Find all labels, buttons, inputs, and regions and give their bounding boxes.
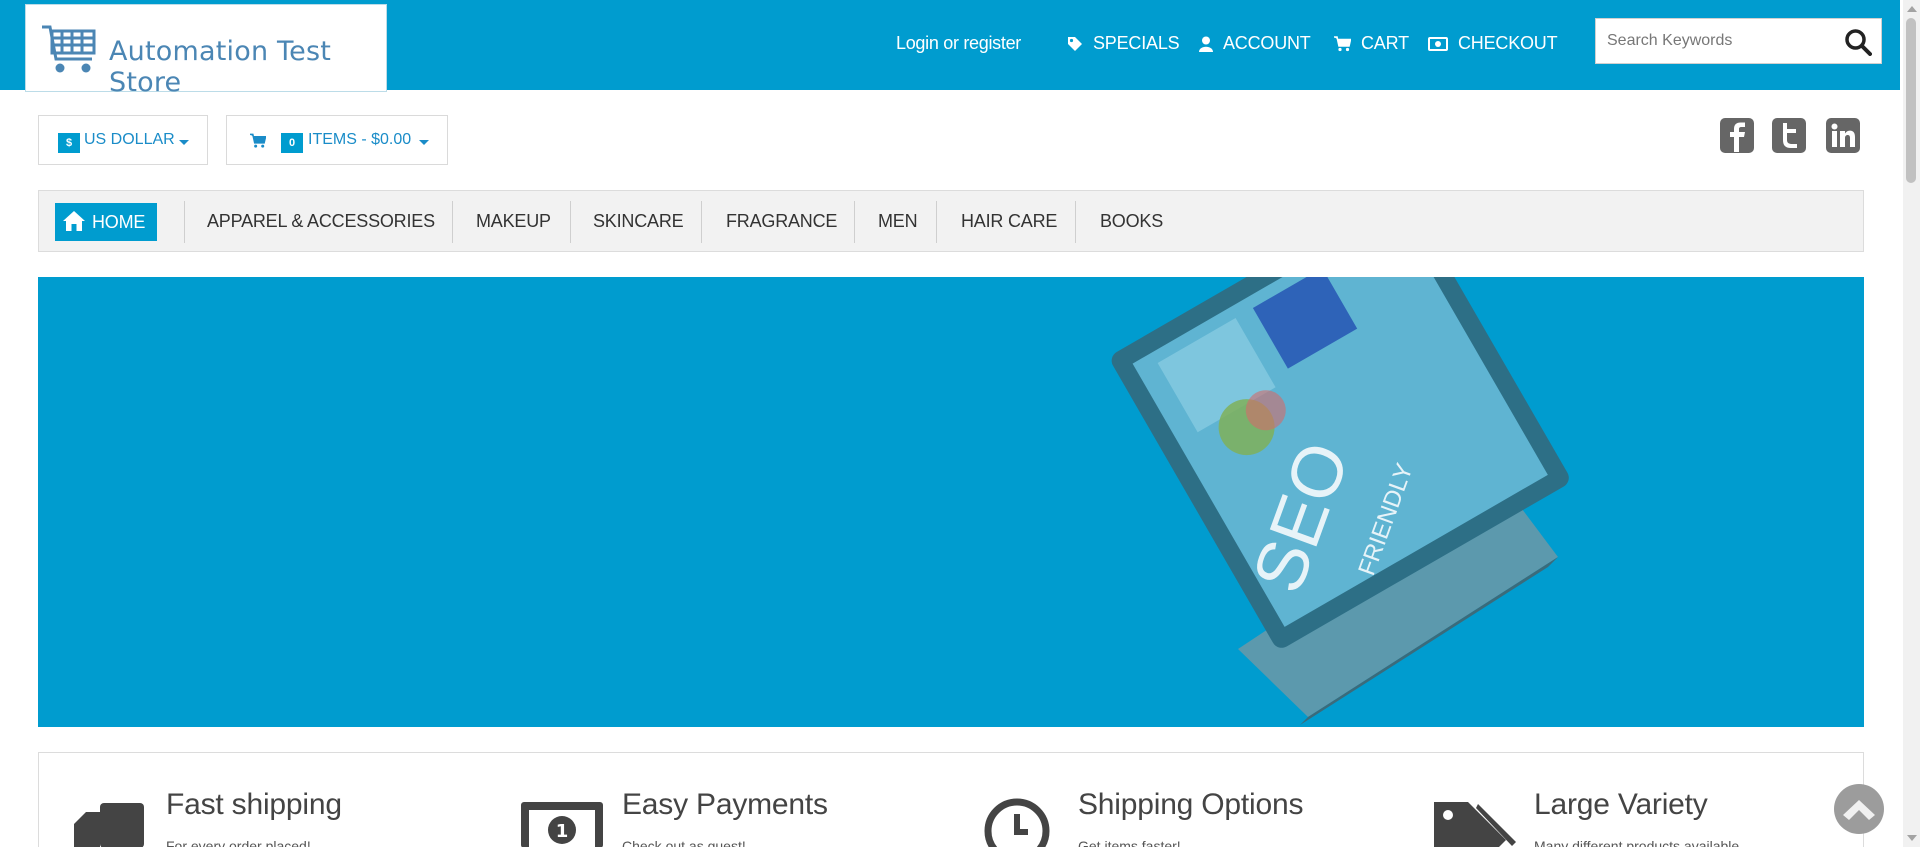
svg-text:1: 1: [556, 821, 569, 842]
menu-men[interactable]: MEN: [878, 211, 918, 232]
menu-skincare[interactable]: SKINCARE: [593, 211, 684, 232]
back-to-top-button[interactable]: [1834, 784, 1884, 834]
menu-fragrance[interactable]: FRAGRANCE: [726, 211, 837, 232]
currency-label: US DOLLAR: [84, 131, 175, 148]
chevron-up-icon: [1843, 800, 1875, 820]
caret-down-icon: [179, 140, 189, 145]
money-icon: 1: [521, 802, 603, 847]
nav-specials-label: SPECIALS: [1093, 33, 1180, 53]
page-scrollbar[interactable]: [1903, 0, 1920, 847]
menu-divider: [701, 201, 702, 243]
login-register-link[interactable]: Login or register: [896, 33, 1021, 54]
cart-summary-label: ITEMS - $0.00: [308, 131, 412, 148]
facebook-link[interactable]: [1720, 118, 1754, 153]
feature-title: Shipping Options: [1078, 788, 1304, 821]
nav-cart[interactable]: CART: [1334, 33, 1409, 54]
home-icon: [63, 211, 85, 231]
menu-divider: [936, 201, 937, 243]
scrollbar-thumb[interactable]: [1906, 18, 1916, 183]
hero-banner[interactable]: SEO FRIENDLY: [38, 277, 1864, 727]
menu-divider: [570, 201, 571, 243]
menu-hair-care[interactable]: HAIR CARE: [961, 211, 1057, 232]
feature-title: Fast shipping: [166, 788, 342, 821]
menu-home[interactable]: HOME: [55, 203, 157, 241]
store-logo-link[interactable]: Automation Test Store: [25, 4, 387, 98]
feature-subtitle: Get items faster!: [1078, 838, 1181, 847]
menu-books[interactable]: BOOKS: [1100, 211, 1163, 232]
scroll-down-arrow-icon[interactable]: [1907, 835, 1917, 841]
menu-divider: [452, 201, 453, 243]
nav-checkout[interactable]: CHECKOUT: [1428, 33, 1558, 54]
nav-cart-label: CART: [1361, 33, 1409, 53]
menu-divider: [1075, 201, 1076, 243]
nav-account-label: ACCOUNT: [1223, 33, 1311, 53]
main-menu: HOME APPAREL & ACCESSORIES MAKEUP SKINCA…: [38, 190, 1864, 252]
feature-title: Large Variety: [1534, 788, 1708, 821]
menu-home-label: HOME: [92, 212, 146, 232]
user-icon: [1199, 36, 1213, 52]
linkedin-link[interactable]: [1826, 118, 1860, 153]
menu-divider: [854, 201, 855, 243]
search-box: [1595, 18, 1882, 64]
truck-icon: [74, 803, 144, 847]
cart-icon: [250, 133, 266, 148]
tags-icon: [1434, 802, 1516, 847]
menu-divider: [184, 201, 185, 243]
banner-laptop-image: SEO FRIENDLY: [318, 277, 1648, 725]
caret-down-icon: [419, 140, 429, 145]
menu-apparel-accessories[interactable]: APPAREL & ACCESSORIES: [207, 211, 435, 232]
facebook-icon: [1720, 118, 1754, 153]
nav-specials[interactable]: SPECIALS: [1067, 33, 1180, 54]
money-icon: [1428, 36, 1448, 51]
store-name: Automation Test Store: [109, 36, 332, 98]
tag-icon: [1068, 36, 1082, 51]
feature-subtitle: Many different products available: [1534, 838, 1740, 847]
cart-count-badge: 0: [281, 133, 303, 153]
top-header: Automation Test Store Login or register …: [0, 0, 1900, 98]
feature-title: Easy Payments: [622, 788, 828, 821]
search-icon[interactable]: [1844, 28, 1872, 56]
linkedin-icon: [1826, 118, 1860, 153]
cart-icon: [1334, 35, 1351, 51]
menu-makeup[interactable]: MAKEUP: [476, 211, 551, 232]
nav-account[interactable]: ACCOUNT: [1199, 33, 1311, 54]
shopping-cart-logo-icon: [42, 25, 96, 73]
currency-symbol: $: [58, 133, 80, 153]
page: Automation Test Store Login or register …: [0, 0, 1900, 847]
twitter-icon: [1772, 118, 1806, 153]
feature-subtitle: For every order placed!: [166, 838, 311, 847]
search-input[interactable]: [1596, 19, 1847, 63]
feature-subtitle: Check out as guest!: [622, 838, 746, 847]
scroll-up-arrow-icon[interactable]: [1907, 6, 1917, 12]
cart-summary-dropdown[interactable]: 0 ITEMS - $0.00: [226, 115, 448, 165]
twitter-link[interactable]: [1772, 118, 1806, 153]
clock-icon: [984, 798, 1050, 847]
currency-dropdown[interactable]: $ US DOLLAR: [38, 115, 208, 165]
nav-checkout-label: CHECKOUT: [1458, 33, 1558, 53]
